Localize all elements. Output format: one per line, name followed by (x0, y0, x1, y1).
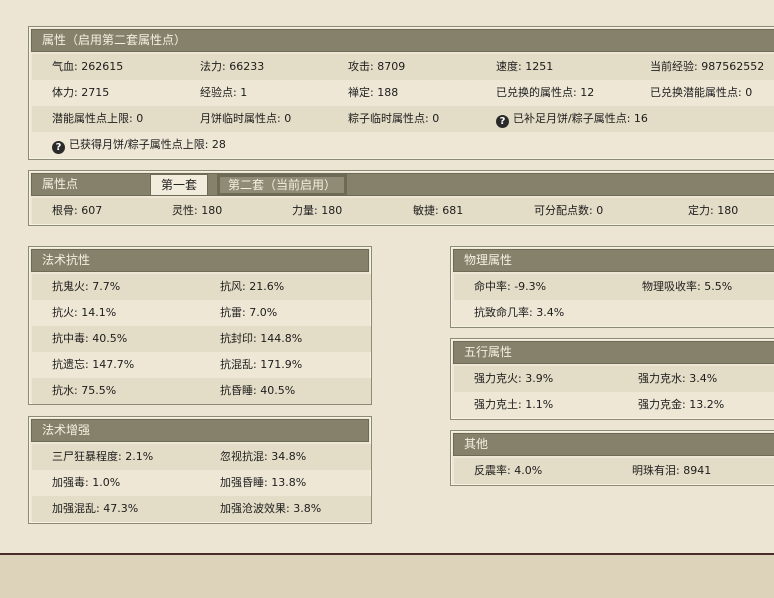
resist-value: 抗火: 14.1% (52, 306, 117, 319)
spell-enhance-panel: 法术增强 三尸狂暴程度: 2.1% 忽视抗混: 34.8% 加强毒: 1.0% … (28, 416, 372, 524)
attr-row-3: 潜能属性点上限: 0 月饼临时属性点: 0 粽子临时属性点: 0 ? 已补足月饼/… (32, 106, 774, 132)
mp-value: 法力: 66233 (200, 60, 265, 73)
element-value: 强力克水: 3.4% (638, 372, 718, 385)
exchanged-points-value: 已兑换的属性点: 12 (496, 86, 595, 99)
zongzi-temp-value: 粽子临时属性点: 0 (348, 112, 440, 125)
enhance-row: 加强毒: 1.0% 加强昏睡: 13.8% (32, 470, 371, 496)
exchanged-potential-value: 已兑换潜能属性点: 0 (650, 86, 753, 99)
enhance-value: 忽视抗混: 34.8% (220, 450, 307, 463)
physical-title: 物理属性 (453, 249, 774, 272)
help-icon[interactable]: ? (52, 141, 65, 154)
element-row: 强力克土: 1.1% 强力克金: 13.2% (454, 392, 774, 418)
enhance-value: 加强混乱: 47.3% (52, 502, 139, 515)
resist-value: 抗昏睡: 40.5% (220, 384, 296, 397)
filled-points-value: 已补足月饼/粽子属性点: 16 (513, 112, 648, 125)
speed-value: 速度: 1251 (496, 60, 554, 73)
five-elements-title: 五行属性 (453, 341, 774, 364)
other-value: 明珠有泪: 8941 (632, 464, 712, 477)
exp-points-value: 经验点: 1 (200, 86, 248, 99)
spell-enhance-title: 法术增强 (31, 419, 369, 442)
focus-value: 定力: 180 (688, 204, 739, 217)
element-value: 强力克火: 3.9% (474, 372, 554, 385)
tab-second-set[interactable]: 第二套（当前启用） (217, 174, 348, 196)
other-value: 反震率: 4.0% (474, 464, 543, 477)
resist-value: 抗风: 21.6% (220, 280, 285, 293)
agility-value: 敏捷: 681 (413, 204, 464, 217)
potential-cap-value: 潜能属性点上限: 0 (52, 112, 144, 125)
enhance-value: 加强昏睡: 13.8% (220, 476, 307, 489)
assignable-points-value: 可分配点数: 0 (534, 204, 604, 217)
resist-row: 抗鬼火: 7.7% 抗风: 21.6% (32, 274, 371, 300)
physical-value: 抗致命几率: 3.4% (474, 306, 565, 319)
physical-value: 命中率: -9.3% (474, 280, 547, 293)
element-row: 强力克火: 3.9% 强力克水: 3.4% (454, 366, 774, 392)
physical-row: 命中率: -9.3% 物理吸收率: 5.5% (454, 274, 774, 300)
resist-value: 抗中毒: 40.5% (52, 332, 128, 345)
attack-value: 攻击: 8709 (348, 60, 406, 73)
tab-first-set[interactable]: 第一套 (150, 174, 209, 196)
resist-value: 抗鬼火: 7.7% (52, 280, 121, 293)
enhance-value: 加强沧波效果: 3.8% (220, 502, 322, 515)
physical-row: 抗致命几率: 3.4% (454, 300, 774, 326)
attributes-panel-title: 属性（启用第二套属性点） (31, 29, 774, 52)
filled-points-cell: ? 已补足月饼/粽子属性点: 16 (496, 106, 648, 132)
meditation-value: 禅定: 188 (348, 86, 399, 99)
resist-row: 抗水: 75.5% 抗昏睡: 40.5% (32, 378, 371, 404)
enhance-value: 三尸狂暴程度: 2.1% (52, 450, 154, 463)
resist-value: 抗水: 75.5% (52, 384, 117, 397)
help-icon[interactable]: ? (496, 115, 509, 128)
five-elements-panel: 五行属性 强力克火: 3.9% 强力克水: 3.4% 强力克土: 1.1% 强力… (450, 338, 774, 420)
resist-row: 抗遗忘: 147.7% 抗混乱: 171.9% (32, 352, 371, 378)
mooncake-temp-value: 月饼临时属性点: 0 (200, 112, 292, 125)
spell-resist-panel: 法术抗性 抗鬼火: 7.7% 抗风: 21.6% 抗火: 14.1% 抗雷: 7… (28, 246, 372, 405)
resist-row: 抗火: 14.1% 抗雷: 7.0% (32, 300, 371, 326)
points-panel: 属性点 第一套 第二套（当前启用） 根骨: 607 灵性: 180 力量: 18… (28, 170, 774, 226)
constitution-value: 根骨: 607 (52, 204, 103, 217)
attr-row-1: 气血: 262615 法力: 66233 攻击: 8709 速度: 1251 当… (32, 54, 774, 80)
resist-value: 抗封印: 144.8% (220, 332, 303, 345)
points-row: 根骨: 607 灵性: 180 力量: 180 敏捷: 681 可分配点数: 0… (32, 198, 774, 224)
strength-value: 力量: 180 (292, 204, 343, 217)
other-panel: 其他 反震率: 4.0% 明珠有泪: 8941 (450, 430, 774, 486)
physical-panel: 物理属性 命中率: -9.3% 物理吸收率: 5.5% 抗致命几率: 3.4% (450, 246, 774, 328)
stamina-value: 体力: 2715 (52, 86, 110, 99)
physical-value: 物理吸收率: 5.5% (642, 280, 733, 293)
other-title: 其他 (453, 433, 774, 456)
obtained-cap-value: 已获得月饼/粽子属性点上限: 28 (69, 138, 226, 151)
enhance-value: 加强毒: 1.0% (52, 476, 121, 489)
resist-row: 抗中毒: 40.5% 抗封印: 144.8% (32, 326, 371, 352)
obtained-cap-cell: ? 已获得月饼/粽子属性点上限: 28 (52, 132, 226, 158)
other-row: 反震率: 4.0% 明珠有泪: 8941 (454, 458, 774, 484)
points-panel-title: 属性点 (31, 173, 774, 196)
spell-resist-title: 法术抗性 (31, 249, 369, 272)
resist-value: 抗雷: 7.0% (220, 306, 278, 319)
spirit-value: 灵性: 180 (172, 204, 223, 217)
current-exp-value: 当前经验: 987562552 (650, 60, 765, 73)
enhance-row: 加强混乱: 47.3% 加强沧波效果: 3.8% (32, 496, 371, 522)
resist-value: 抗混乱: 171.9% (220, 358, 303, 371)
attr-row-4: ? 已获得月饼/粽子属性点上限: 28 (32, 132, 774, 158)
attr-row-2: 体力: 2715 经验点: 1 禅定: 188 已兑换的属性点: 12 已兑换潜… (32, 80, 774, 106)
attributes-panel: 属性（启用第二套属性点） 气血: 262615 法力: 66233 攻击: 87… (28, 26, 774, 160)
resist-value: 抗遗忘: 147.7% (52, 358, 135, 371)
enhance-row: 三尸狂暴程度: 2.1% 忽视抗混: 34.8% (32, 444, 371, 470)
element-value: 强力克金: 13.2% (638, 398, 725, 411)
bottom-bar (0, 553, 774, 598)
hp-value: 气血: 262615 (52, 60, 124, 73)
element-value: 强力克土: 1.1% (474, 398, 554, 411)
